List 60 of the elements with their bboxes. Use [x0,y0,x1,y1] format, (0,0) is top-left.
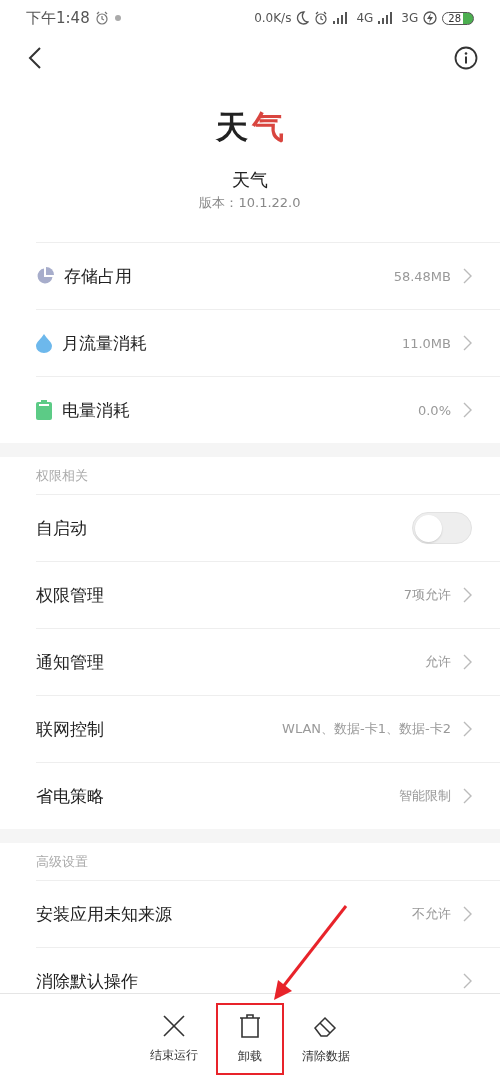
chevron-icon [463,268,472,284]
row-label: 自启动 [36,516,87,540]
settings-row[interactable]: 安装应用未知来源 不允许 [36,880,500,947]
network-type: 4G [356,11,374,25]
row-label: 权限管理 [36,583,104,607]
usage-row[interactable]: 月流量消耗 11.0MB [36,309,500,376]
row-value: 智能限制 [399,787,451,805]
alarm-clock-icon [314,11,329,25]
settings-row[interactable]: 自启动 [36,494,500,561]
info-icon[interactable] [454,46,478,70]
chevron-icon [463,721,472,737]
row-value: 58.48MB [393,268,451,284]
section-title: 权限相关 [36,466,89,485]
alarm-clock-icon [94,11,109,25]
chevron-icon [463,587,472,603]
row-label: 月流量消耗 [62,331,147,355]
row-label: 消除默认操作 [36,969,138,993]
back-icon[interactable] [28,46,42,70]
battery-indicator: 28 [442,11,474,25]
settings-row[interactable]: 联网控制 WLAN、数据-卡1、数据-卡2 [36,695,500,762]
section-title: 高级设置 [36,852,89,871]
chevron-icon [463,906,472,922]
row-value: 11.0MB [401,335,451,351]
app-logo: 天气 [216,107,284,148]
notification-icon [113,14,122,22]
row-label: 通知管理 [36,650,104,674]
row-label: 联网控制 [36,717,104,741]
chevron-icon [463,788,472,804]
usage-row[interactable]: 存储占用 58.48MB [36,242,500,309]
action-button[interactable]: 结束运行 [140,1003,208,1075]
app-name: 天气 [232,168,268,192]
status-time: 下午1:48 [26,8,90,28]
row-value: 不允许 [412,905,451,923]
row-label: 存储占用 [64,264,132,288]
moon-icon [296,11,310,25]
toggle-switch[interactable] [412,512,472,544]
chevron-icon [463,973,472,989]
trash-icon [239,1013,261,1038]
action-button[interactable]: 卸载 [216,1003,284,1075]
chevron-icon [463,402,472,418]
row-label: 省电策略 [36,784,104,808]
row-value: 0.0% [417,402,451,418]
app-version: 版本：10.1.22.0 [199,194,301,212]
row-value: 允许 [425,653,451,671]
settings-row[interactable]: 通知管理 允许 [36,628,500,695]
water-drop-icon [36,333,52,353]
row-label: 电量消耗 [62,398,130,422]
close-icon [163,1014,185,1037]
settings-row[interactable]: 权限管理 7项允许 [36,561,500,628]
row-value: 7项允许 [403,586,451,604]
network-speed: 0.0K/s [254,11,292,25]
chevron-icon [463,654,472,670]
chevron-icon [463,335,472,351]
row-value: WLAN、数据-卡1、数据-卡2 [282,720,451,738]
action-button[interactable]: 清除数据 [292,1003,360,1075]
pie-chart-icon [36,267,54,285]
network-type: 3G [401,11,419,25]
row-label: 安装应用未知来源 [36,902,172,926]
charging-icon [423,11,438,25]
battery-icon [36,400,52,420]
